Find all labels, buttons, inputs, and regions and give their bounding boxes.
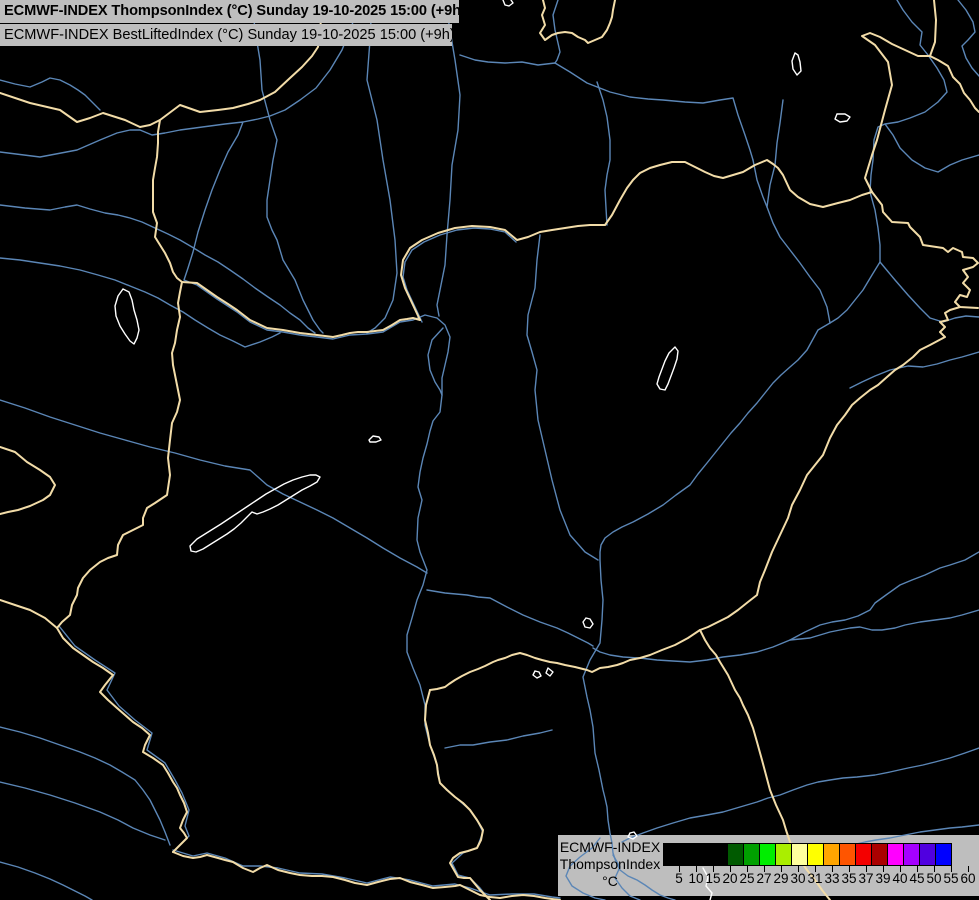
river-maros <box>622 748 979 842</box>
river-raba-north <box>0 205 315 333</box>
river-danube-branch <box>428 328 443 395</box>
colorbar-swatch <box>935 843 952 866</box>
lake-ne-small-b <box>835 114 850 122</box>
weather-map-page: ECMWF-INDEX ThompsonIndex °C 51015202527… <box>0 0 979 900</box>
river-sio-east <box>427 590 593 646</box>
border-hungary-serbia <box>430 630 700 690</box>
colorbar-swatch <box>695 843 712 866</box>
map-canvas <box>0 0 979 900</box>
lake-tisza <box>657 347 678 390</box>
river-nitra <box>367 0 397 333</box>
river-zala-sio-west <box>0 400 427 573</box>
colorbar-swatch <box>903 843 920 866</box>
country-borders-layer <box>0 0 979 900</box>
river-drava <box>173 850 560 898</box>
river-ne-east <box>885 124 979 172</box>
colorbar-swatch <box>823 843 840 866</box>
river-sw-one <box>0 727 170 845</box>
border-hungary-croatia-drava <box>173 852 560 900</box>
river-upper-tisza <box>870 0 947 192</box>
river-nw-corner <box>0 78 100 110</box>
border-slovakia-hungary-north <box>401 160 872 320</box>
river-tisza <box>583 192 880 900</box>
lakes-layer <box>115 0 850 900</box>
lake-se-small-a <box>583 618 593 628</box>
colorbar-swatch <box>775 843 792 866</box>
colorbar-swatch <box>679 843 696 866</box>
river-hron <box>437 0 460 316</box>
river-mura <box>59 626 189 850</box>
colorbar-swatch <box>711 843 728 866</box>
colorbar-swatch <box>871 843 888 866</box>
legend-unit-label: °C <box>558 873 662 890</box>
river-danube <box>0 122 490 900</box>
rivers-layer <box>0 0 979 900</box>
lake-se-small-c <box>546 668 553 676</box>
lake-balaton <box>190 475 320 552</box>
border-austria-slovenia-a <box>0 447 55 514</box>
border-slovenia-croatia <box>0 600 57 628</box>
border-slovakia-ukraine <box>862 0 936 192</box>
border-ukraine-east <box>930 56 979 112</box>
lake-velence <box>369 436 381 442</box>
colorbar-swatch <box>791 843 808 866</box>
lake-ne-small-a <box>792 53 801 75</box>
legend-titles: ECMWF-INDEX ThompsonIndex °C <box>558 839 662 890</box>
river-ipel-upper <box>597 82 610 225</box>
river-sw-two <box>0 782 165 840</box>
legend-panel: ECMWF-INDEX ThompsonIndex °C 51015202527… <box>558 835 979 896</box>
river-sajo <box>753 160 830 323</box>
colorbar-swatch <box>727 843 744 866</box>
title-line-best-lifted-index: ECMWF-INDEX BestLiftedIndex (°C) Sunday … <box>0 24 452 46</box>
colorbar-swatch <box>759 843 776 866</box>
river-ipoly-border <box>403 228 516 322</box>
colorbar-swatch <box>919 843 936 866</box>
title-line-thompson-index: ECMWF-INDEX ThompsonIndex (°C) Sunday 19… <box>0 0 459 23</box>
river-hernad-west <box>460 55 753 160</box>
colorbar-swatch <box>663 843 680 866</box>
river-ne-corner <box>958 0 979 76</box>
border-slovakia-poland-dip <box>540 0 615 43</box>
border-danube-slovakia-hungary <box>182 282 420 337</box>
river-koros-north <box>593 552 979 662</box>
lake-se-small-b <box>533 671 541 678</box>
colorbar-swatch <box>855 843 872 866</box>
lake-top-small <box>503 0 513 6</box>
river-bodrog <box>880 262 979 322</box>
river-szamos <box>850 352 979 388</box>
river-sw-corner <box>0 862 92 900</box>
border-hungary-romania <box>700 307 960 630</box>
colorbar <box>663 843 951 866</box>
river-zagyva <box>527 235 598 560</box>
border-hungary-ukraine <box>872 192 978 308</box>
river-poprad <box>553 0 560 63</box>
river-raba-south <box>0 258 280 347</box>
legend-product-label: ECMWF-INDEX <box>558 839 662 856</box>
lake-neusiedl <box>115 289 139 344</box>
legend-index-label: ThompsonIndex <box>558 856 662 873</box>
river-hornad <box>767 100 783 207</box>
river-serbia-south <box>445 730 552 748</box>
colorbar-swatch <box>887 843 904 866</box>
colorbar-swatch <box>807 843 824 866</box>
border-austria-hungary-west <box>57 120 187 852</box>
river-vah <box>252 0 323 333</box>
colorbar-labels: 51015202527293031333537394045505560 <box>663 871 979 887</box>
colorbar-swatch <box>839 843 856 866</box>
border-croatia-serbia-danube <box>425 690 490 900</box>
colorbar-tick-label: 60 <box>954 871 979 886</box>
river-koros-south <box>790 610 979 640</box>
colorbar-swatch <box>743 843 760 866</box>
